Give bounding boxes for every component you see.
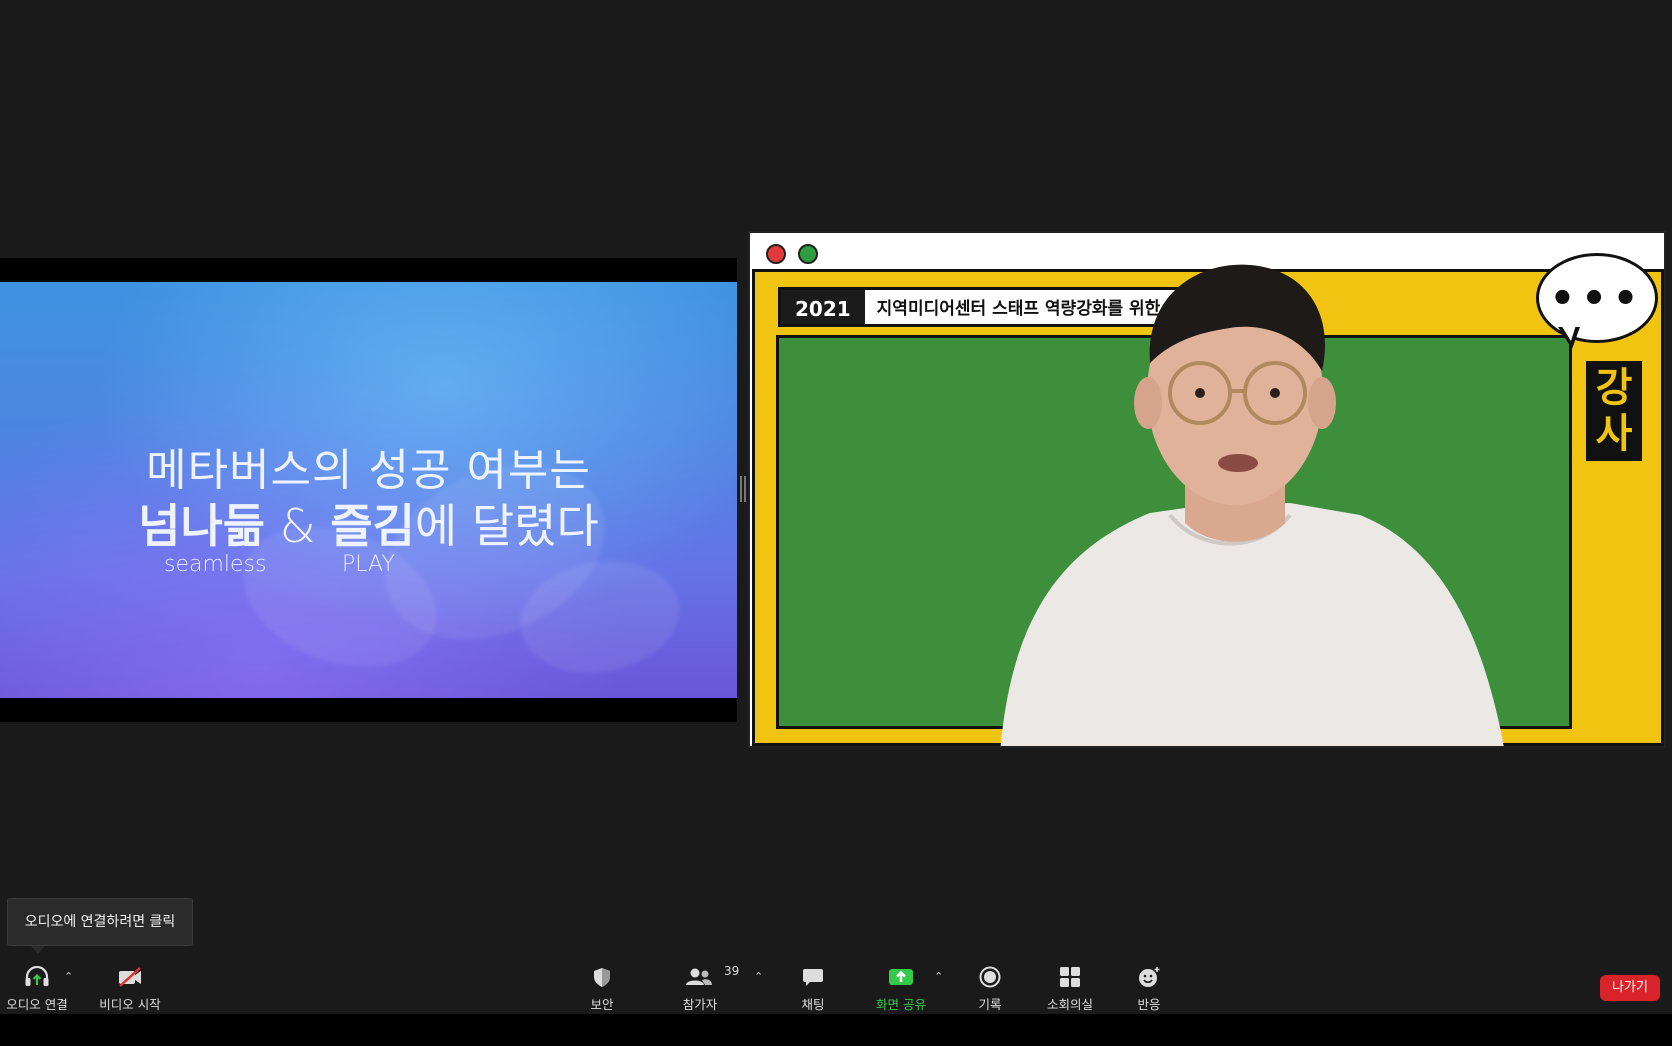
- share-screen-button[interactable]: 화면 공유: [868, 958, 934, 1014]
- presenter-person: [1000, 264, 1504, 746]
- bottom-edge: [0, 1014, 1672, 1046]
- speech-bubble-tail-inner: [1561, 325, 1576, 341]
- audio-connect-tooltip: 오디오에 연결하려면 클릭: [7, 898, 193, 946]
- slide-caption-seamless: seamless: [164, 552, 267, 577]
- people-icon: [685, 968, 712, 985]
- chat-icon: [803, 969, 823, 986]
- share-screen-label: 화면 공유: [876, 997, 926, 1012]
- share-options-caret-icon[interactable]: ⌃: [934, 970, 943, 983]
- reactions-button[interactable]: 반응: [1124, 958, 1174, 1014]
- chat-label: 채팅: [801, 997, 825, 1012]
- participants-button[interactable]: 39 참가자: [682, 958, 742, 1014]
- slide-keyword-play: 즐김: [330, 499, 415, 553]
- slide-caption-play: PLAY: [342, 552, 395, 577]
- tooltip-arrow: [31, 946, 45, 954]
- window-green-dot-icon: [798, 244, 818, 264]
- bubble-dots: •••: [1549, 276, 1645, 322]
- meeting-toolbar: 오디오 연결 ⌃ 비디오 시작 보안 39 참가자 ⌃ 채팅 화면 공유 ⌃ 기…: [0, 958, 1672, 1014]
- security-button[interactable]: 보안: [578, 958, 626, 1014]
- shield-icon: [594, 968, 610, 987]
- role-char-2: 사: [1595, 411, 1633, 457]
- participants-label: 참가자: [682, 997, 718, 1012]
- presentation-slide: 메타버스의 성공 여부는 넘나듦 & 즐김에 달렸다 seamless PLAY: [0, 282, 737, 698]
- audio-connect-label: 오디오 연결: [6, 997, 68, 1012]
- slide-headline: 메타버스의 성공 여부는: [146, 445, 591, 496]
- breakout-icon: [1060, 967, 1080, 987]
- chat-button[interactable]: 채팅: [790, 958, 836, 1014]
- headphones-icon: [25, 966, 49, 986]
- record-button[interactable]: 기록: [966, 958, 1014, 1014]
- slide-headline-2: 넘나듦 & 즐김에 달렸다: [0, 490, 737, 556]
- start-video-label: 비디오 시작: [99, 997, 161, 1012]
- leave-meeting-button[interactable]: 나가기: [1600, 975, 1660, 1001]
- share-screen-icon: [889, 969, 913, 985]
- breakout-label: 소회의실: [1046, 997, 1093, 1012]
- start-video-button[interactable]: 비디오 시작: [92, 958, 168, 1014]
- audio-options-caret-icon[interactable]: ⌃: [64, 970, 73, 983]
- audio-connect-button[interactable]: 오디오 연결: [2, 958, 72, 1014]
- security-label: 보안: [590, 997, 614, 1012]
- role-char-1: 강: [1595, 365, 1633, 411]
- reactions-label: 반응: [1137, 997, 1161, 1012]
- video-off-icon: [119, 967, 141, 987]
- window-red-dot-icon: [766, 244, 786, 264]
- banner-year: 2021: [781, 290, 865, 324]
- emoji-icon: [1139, 967, 1160, 987]
- speaker-video-tile[interactable]: 2021 지역미디어센터 스태프 역량강화를 위한 연속 ••• 강 사: [748, 231, 1666, 748]
- record-label: 기록: [978, 997, 1002, 1012]
- shared-screen: 메타버스의 성공 여부는 넘나듦 & 즐김에 달렸다 seamless PLAY: [0, 258, 737, 722]
- slide-keyword-seamless: 넘나듦: [138, 499, 266, 553]
- participant-count: 39: [724, 964, 740, 978]
- participants-options-caret-icon[interactable]: ⌃: [754, 970, 763, 983]
- split-view-handle[interactable]: [740, 476, 746, 502]
- slide-ampersand: &: [265, 499, 331, 553]
- speaker-role-label: 강 사: [1586, 361, 1642, 461]
- speech-bubble-icon: •••: [1536, 253, 1658, 343]
- record-icon: [979, 966, 1001, 988]
- slide-headline-rest: 에 달렸다: [414, 499, 599, 553]
- breakout-rooms-button[interactable]: 소회의실: [1040, 958, 1100, 1014]
